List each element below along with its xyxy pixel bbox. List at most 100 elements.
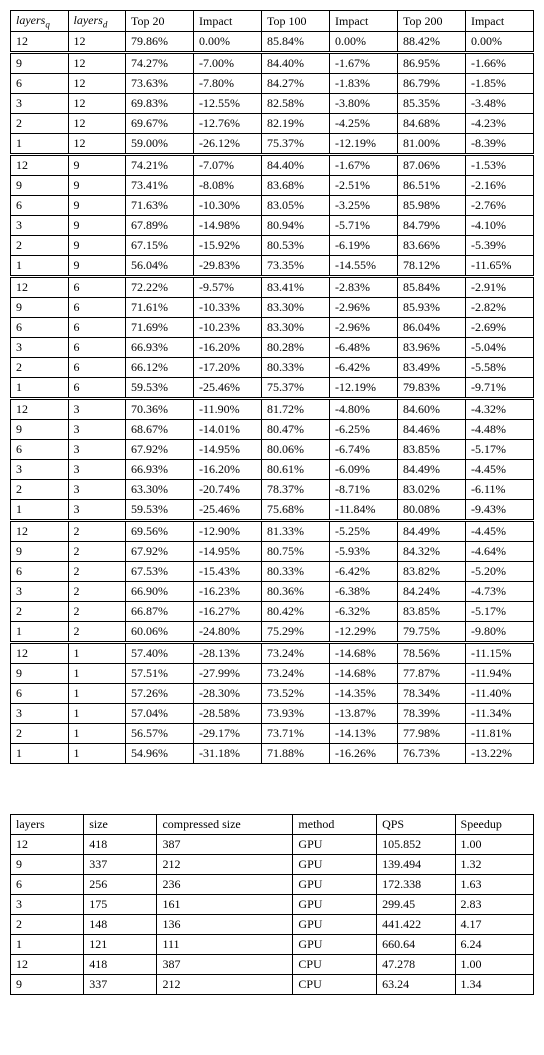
- cell: 66.93%: [126, 460, 194, 480]
- cell: 78.34%: [397, 684, 465, 704]
- cell: -5.71%: [329, 216, 397, 236]
- cell: -4.64%: [465, 542, 533, 562]
- cell: 85.84%: [397, 277, 465, 298]
- cell: 85.84%: [262, 32, 330, 53]
- cell: -3.80%: [329, 94, 397, 114]
- cell: -14.35%: [329, 684, 397, 704]
- table-row: 2666.12%-17.20%80.33%-6.42%83.49%-5.58%: [11, 358, 534, 378]
- cell: 6: [68, 318, 126, 338]
- table-row: 12370.36%-11.90%81.72%-4.80%84.60%-4.32%: [11, 399, 534, 420]
- cell: -5.58%: [465, 358, 533, 378]
- cell: 63.30%: [126, 480, 194, 500]
- cell: 59.00%: [126, 134, 194, 155]
- cell: 2: [68, 582, 126, 602]
- cell: 387: [157, 835, 293, 855]
- cell: 660.64: [377, 935, 455, 955]
- cell: 12: [11, 521, 69, 542]
- cell: 54.96%: [126, 744, 194, 764]
- cell: 6: [68, 298, 126, 318]
- cell: 6.24: [455, 935, 533, 955]
- cell: 74.27%: [126, 53, 194, 74]
- cell: 3: [11, 216, 69, 236]
- cell: 1.32: [455, 855, 533, 875]
- cell: -12.55%: [194, 94, 262, 114]
- table-row: 3157.04%-28.58%73.93%-13.87%78.39%-11.34…: [11, 704, 534, 724]
- cell: -4.45%: [465, 521, 533, 542]
- cell: 57.04%: [126, 704, 194, 724]
- cell: 84.49%: [397, 521, 465, 542]
- cell: 83.68%: [262, 176, 330, 196]
- cell: -9.80%: [465, 622, 533, 643]
- cell: 1.00: [455, 955, 533, 975]
- cell: -3.48%: [465, 94, 533, 114]
- cell: 66.12%: [126, 358, 194, 378]
- table-row: 9267.92%-14.95%80.75%-5.93%84.32%-4.64%: [11, 542, 534, 562]
- cell: -6.48%: [329, 338, 397, 358]
- cell: -7.00%: [194, 53, 262, 74]
- cell: -4.45%: [465, 460, 533, 480]
- cell: 80.94%: [262, 216, 330, 236]
- cell: -6.42%: [329, 358, 397, 378]
- table-row: 1956.04%-29.83%73.35%-14.55%78.12%-11.65…: [11, 256, 534, 277]
- cell: 83.05%: [262, 196, 330, 216]
- cell: 111: [157, 935, 293, 955]
- cell: 84.49%: [397, 460, 465, 480]
- table-row: 2156.57%-29.17%73.71%-14.13%77.98%-11.81…: [11, 724, 534, 744]
- cell: 83.30%: [262, 298, 330, 318]
- cell: -1.83%: [329, 74, 397, 94]
- cell: 3: [68, 420, 126, 440]
- table-row: 6267.53%-15.43%80.33%-6.42%83.82%-5.20%: [11, 562, 534, 582]
- cell: -9.57%: [194, 277, 262, 298]
- cell: 1: [11, 935, 84, 955]
- cell: -6.42%: [329, 562, 397, 582]
- cell: -11.90%: [194, 399, 262, 420]
- cell: 3: [11, 704, 69, 724]
- cell: 12: [11, 32, 69, 53]
- cell: -8.08%: [194, 176, 262, 196]
- cell: 80.28%: [262, 338, 330, 358]
- cell: 67.89%: [126, 216, 194, 236]
- cell: -16.23%: [194, 582, 262, 602]
- cell: -6.11%: [465, 480, 533, 500]
- table-row: 12418387GPU105.8521.00: [11, 835, 534, 855]
- cell: 79.75%: [397, 622, 465, 643]
- table-row: 31269.83%-12.55%82.58%-3.80%85.35%-3.48%: [11, 94, 534, 114]
- cell: 70.36%: [126, 399, 194, 420]
- cell: -10.33%: [194, 298, 262, 318]
- cell: 71.61%: [126, 298, 194, 318]
- cell: -28.30%: [194, 684, 262, 704]
- cell: 80.47%: [262, 420, 330, 440]
- col-top200: Top 200: [397, 11, 465, 32]
- cell: 83.82%: [397, 562, 465, 582]
- cell: 6: [68, 277, 126, 298]
- cell: -11.40%: [465, 684, 533, 704]
- cell: -24.80%: [194, 622, 262, 643]
- table-row: 1154.96%-31.18%71.88%-16.26%76.73%-13.22…: [11, 744, 534, 764]
- cell: 6: [11, 318, 69, 338]
- table-row: 12974.21%-7.07%84.40%-1.67%87.06%-1.53%: [11, 155, 534, 176]
- cell: -2.83%: [329, 277, 397, 298]
- table-row: 6367.92%-14.95%80.06%-6.74%83.85%-5.17%: [11, 440, 534, 460]
- cell: 6: [11, 684, 69, 704]
- cell: 78.12%: [397, 256, 465, 277]
- cell: 56.57%: [126, 724, 194, 744]
- cell: -13.22%: [465, 744, 533, 764]
- cell: 59.53%: [126, 500, 194, 521]
- cell: -2.76%: [465, 196, 533, 216]
- cell: -29.17%: [194, 724, 262, 744]
- cell: 0.00%: [465, 32, 533, 53]
- table-row: 2363.30%-20.74%78.37%-8.71%83.02%-6.11%: [11, 480, 534, 500]
- cell: -14.98%: [194, 216, 262, 236]
- cell: 441.422: [377, 915, 455, 935]
- cell: 105.852: [377, 835, 455, 855]
- cell: 2: [68, 602, 126, 622]
- cell: 1: [11, 378, 69, 399]
- cell: 3: [11, 895, 84, 915]
- table-row: 1359.53%-25.46%75.68%-11.84%80.08%-9.43%: [11, 500, 534, 521]
- cell: 9: [11, 664, 69, 684]
- cell: 12: [11, 955, 84, 975]
- cell: GPU: [293, 895, 377, 915]
- cell: 9: [68, 236, 126, 256]
- cell: 84.24%: [397, 582, 465, 602]
- cell: -14.01%: [194, 420, 262, 440]
